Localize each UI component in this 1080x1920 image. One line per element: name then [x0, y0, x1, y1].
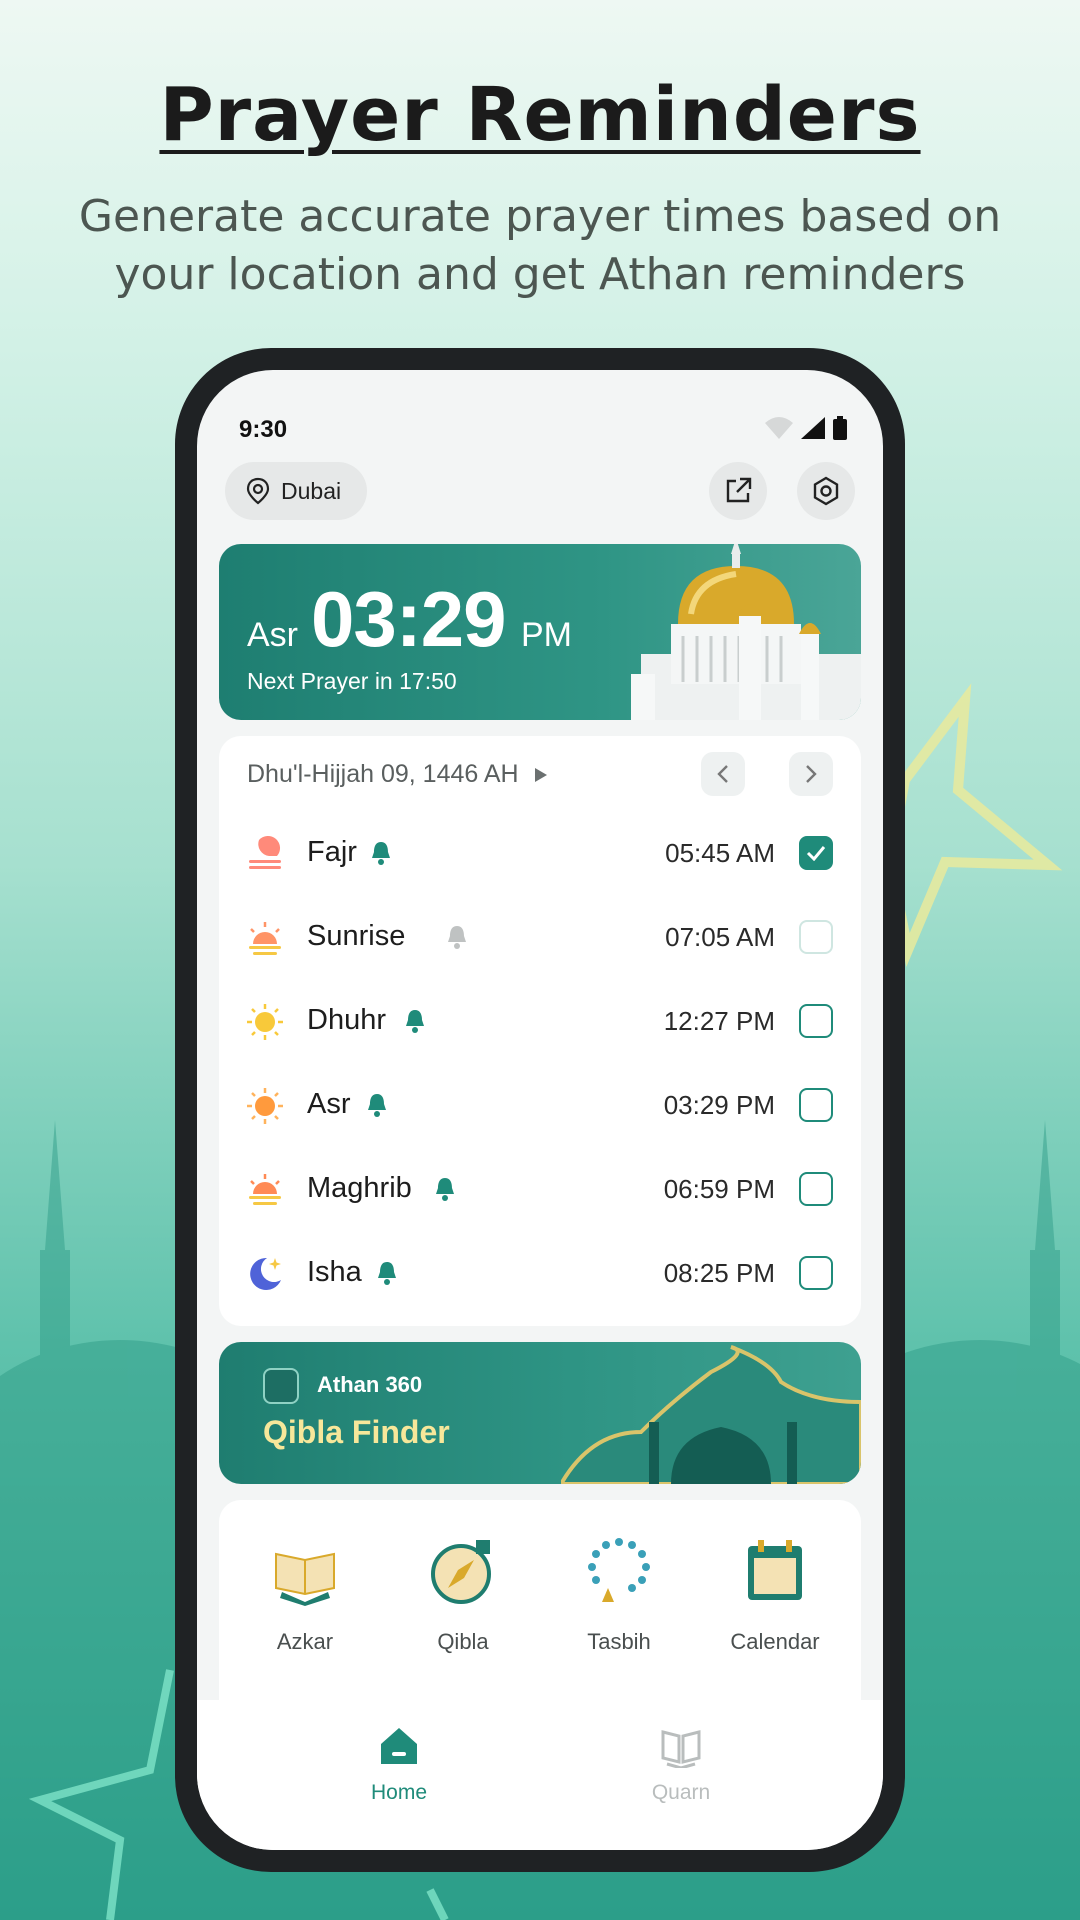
compass-icon [431, 1540, 491, 1604]
location-label: Dubai [281, 477, 342, 504]
tool-label: Azkar [276, 1629, 334, 1654]
prayer-checkbox[interactable] [799, 1256, 833, 1290]
prayer-time: 12:27 PM [663, 1006, 775, 1036]
prayer-row-dhuhr[interactable]: Dhuhr 12:27 PM [219, 982, 861, 1066]
tools-grid: Azkar Qibla Tasbih Calendar [219, 1500, 861, 1700]
nav-label: Home [370, 1781, 428, 1804]
checkmark-icon [806, 846, 826, 861]
settings-icon [813, 476, 839, 506]
hero-ampm: PM [521, 616, 572, 654]
tool-tasbih[interactable]: Tasbih [559, 1536, 679, 1655]
hijri-date-label: Dhu'l-Hijjah 09, 1446 AH [247, 760, 519, 788]
prayer-beads-icon [588, 1538, 650, 1602]
crescent-moon-icon [250, 1257, 281, 1290]
book-icon [275, 1552, 335, 1606]
status-time: 9:30 [239, 416, 288, 443]
prayer-name: Maghrib [307, 1172, 412, 1204]
bell-icon[interactable] [433, 1176, 457, 1202]
mosque-illustration [631, 544, 861, 720]
prayer-name: Dhuhr [307, 1004, 386, 1036]
prayer-checkbox[interactable] [799, 1172, 833, 1206]
quran-icon [661, 1730, 701, 1770]
bell-icon[interactable] [365, 1092, 389, 1118]
home-icon [381, 1728, 417, 1764]
subline: Generate accurate prayer times based on … [78, 191, 1002, 300]
tool-qibla[interactable]: Qibla [403, 1536, 523, 1655]
banner-title: Qibla Finder [263, 1414, 450, 1450]
location-pin-icon [246, 477, 270, 505]
hijri-date-selector[interactable]: Dhu'l-Hijjah 09, 1446 AH [247, 760, 547, 789]
sun-icon [247, 1004, 283, 1040]
afternoon-sun-icon [247, 1088, 283, 1124]
prayer-name: Sunrise [307, 920, 406, 952]
prayer-row-asr[interactable]: Asr 03:29 PM [219, 1066, 861, 1150]
prayer-row-fajr[interactable]: Fajr 05:45 AM [219, 814, 861, 898]
nav-label: Quarn [651, 1781, 711, 1804]
tool-azkar[interactable]: Azkar [245, 1536, 365, 1655]
prayer-checkbox[interactable] [799, 1004, 833, 1038]
signal-icon [801, 417, 825, 439]
play-triangle-icon [534, 767, 547, 782]
next-prayer-countdown: Next Prayer in 17:50 [247, 668, 457, 694]
bell-icon[interactable] [369, 840, 393, 866]
phone-frame: 9:30 Dubai Asr 03:29 PM Next Prayer in 1… [175, 348, 905, 1872]
fajr-moon-icon [249, 835, 281, 869]
battery-icon [833, 416, 847, 440]
location-button[interactable]: Dubai [225, 462, 367, 520]
share-icon [726, 477, 752, 503]
bell-icon[interactable] [403, 1008, 427, 1034]
next-day-button[interactable] [789, 752, 833, 796]
calendar-icon [748, 1540, 802, 1600]
prayer-times-card: Dhu'l-Hijjah 09, 1446 AH Fajr 05:45 AM S… [219, 736, 861, 1326]
wifi-icon [765, 417, 793, 439]
hero-prayer-time: 03:29 [311, 575, 506, 663]
bottom-navigation: Home Quarn [197, 1700, 883, 1850]
bell-icon[interactable] [375, 1260, 399, 1286]
status-icons [765, 416, 847, 440]
share-button[interactable] [709, 462, 767, 520]
prayer-row-isha[interactable]: Isha 08:25 PM [219, 1234, 861, 1318]
prayer-row-maghrib[interactable]: Maghrib 06:59 PM [219, 1150, 861, 1234]
bell-muted-icon[interactable] [445, 924, 469, 950]
prayer-time: 08:25 PM [663, 1258, 775, 1288]
prayer-name: Isha [307, 1256, 362, 1288]
prayer-checkbox[interactable] [799, 1088, 833, 1122]
nav-quran[interactable]: Quarn [621, 1724, 741, 1805]
tool-calendar[interactable]: Calendar [715, 1536, 835, 1655]
headline: Prayer Reminders [159, 72, 921, 158]
tool-label: Calendar [730, 1629, 820, 1654]
prayer-name: Asr [307, 1088, 351, 1120]
prayer-time: 06:59 PM [663, 1174, 775, 1204]
prayer-checkbox[interactable] [799, 836, 833, 870]
tool-label: Qibla [437, 1629, 489, 1654]
prayer-time: 07:05 AM [665, 922, 775, 952]
next-prayer-card[interactable]: Asr 03:29 PM Next Prayer in 17:50 [219, 544, 861, 720]
app-screen: 9:30 Dubai Asr 03:29 PM Next Prayer in 1… [197, 370, 883, 1850]
tool-label: Tasbih [587, 1629, 651, 1654]
qibla-finder-banner[interactable]: Athan 360 Qibla Finder [219, 1342, 861, 1484]
chevron-left-icon [717, 765, 728, 783]
prayer-checkbox[interactable] [799, 920, 833, 954]
athan-360-logo [263, 1368, 299, 1404]
prayer-row-sunrise[interactable]: Sunrise 07:05 AM [219, 898, 861, 982]
settings-button[interactable] [797, 462, 855, 520]
sunset-icon [249, 1174, 281, 1205]
chevron-right-icon [806, 765, 817, 783]
hero-prayer-name: Asr [247, 616, 298, 654]
banner-brand: Athan 360 [317, 1372, 423, 1397]
prayer-time: 05:45 AM [665, 838, 775, 868]
prayer-time: 03:29 PM [663, 1090, 775, 1120]
mosque-silhouette-illustration [561, 1345, 861, 1484]
prayer-name: Fajr [307, 836, 357, 868]
sunrise-icon [249, 922, 281, 955]
nav-home[interactable]: Home [339, 1724, 459, 1805]
previous-day-button[interactable] [701, 752, 745, 796]
